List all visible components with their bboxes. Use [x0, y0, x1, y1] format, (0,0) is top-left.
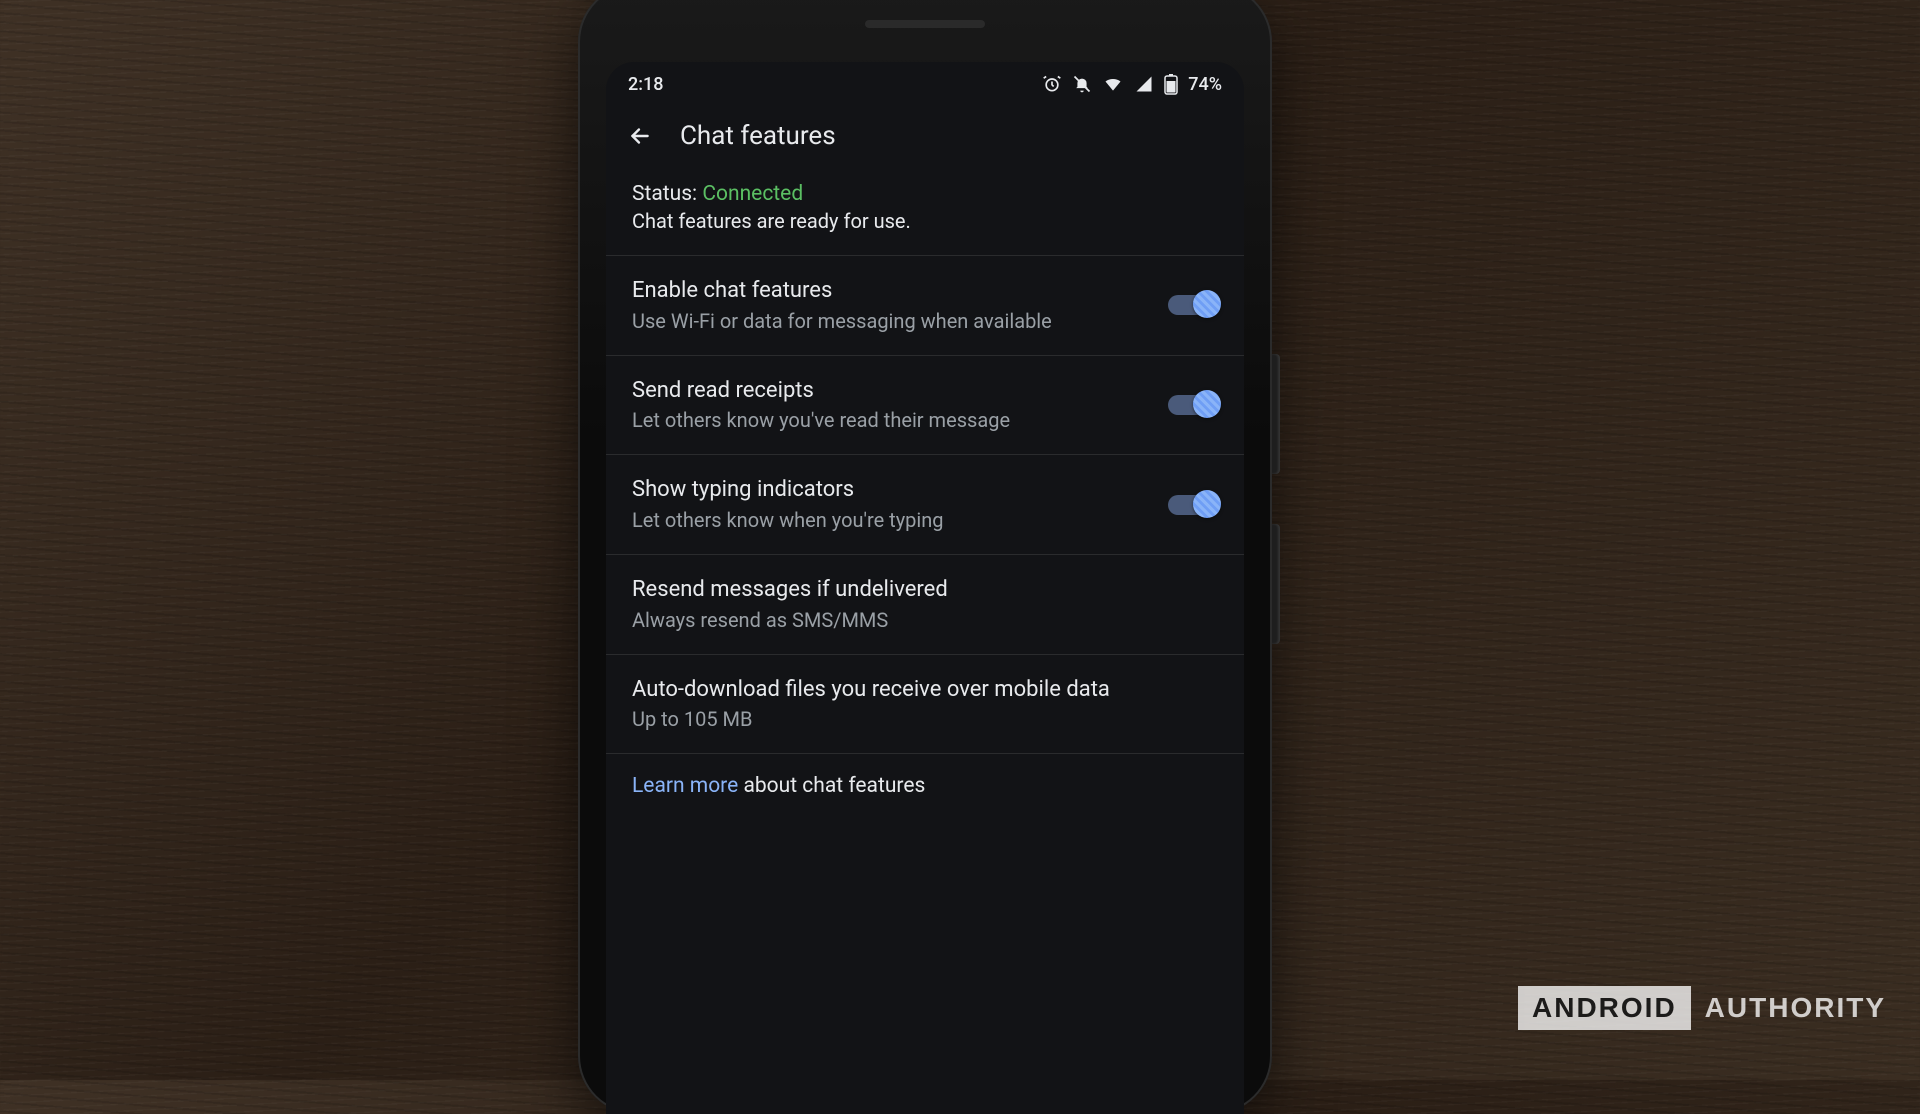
status-line: Status: Connected: [632, 182, 1218, 206]
watermark: ANDROID AUTHORITY: [1518, 986, 1886, 1030]
earpiece-speaker: [865, 20, 985, 28]
battery-percentage: 74%: [1188, 74, 1222, 95]
back-button[interactable]: [624, 120, 656, 152]
volume-up-button[interactable]: [1272, 354, 1280, 474]
setting-subtitle: Let others know you've read their messag…: [632, 407, 1150, 434]
setting-send-read-receipts[interactable]: Send read receipts Let others know you'v…: [606, 355, 1244, 455]
learn-more-row[interactable]: Learn more about chat features: [606, 753, 1244, 818]
wifi-icon: [1102, 74, 1124, 94]
cell-signal-icon: [1134, 74, 1154, 94]
setting-subtitle: Let others know when you're typing: [632, 507, 1150, 534]
toggle-send-read-receipts[interactable]: [1168, 395, 1218, 415]
setting-title: Enable chat features: [632, 276, 1150, 306]
phone-screen: 2:18 7: [606, 62, 1244, 1114]
scene-root: 2:18 7: [0, 0, 1920, 1080]
toggle-show-typing-indicators[interactable]: [1168, 495, 1218, 515]
alarm-icon: [1042, 74, 1062, 94]
setting-subtitle: Always resend as SMS/MMS: [632, 607, 1218, 634]
setting-show-typing-indicators[interactable]: Show typing indicators Let others know w…: [606, 454, 1244, 554]
status-bar: 2:18 7: [606, 62, 1244, 106]
setting-resend-messages[interactable]: Resend messages if undelivered Always re…: [606, 554, 1244, 654]
battery-icon: [1164, 73, 1178, 95]
setting-title: Resend messages if undelivered: [632, 575, 1218, 605]
status-subtitle: Chat features are ready for use.: [632, 208, 1218, 235]
setting-auto-download[interactable]: Auto-download files you receive over mob…: [606, 654, 1244, 754]
status-value: Connected: [702, 182, 803, 206]
settings-list: Status: Connected Chat features are read…: [606, 174, 1244, 818]
setting-subtitle: Use Wi-Fi or data for messaging when ava…: [632, 308, 1150, 335]
status-icons: 74%: [1042, 73, 1222, 95]
volume-down-button[interactable]: [1272, 524, 1280, 644]
notifications-off-icon: [1072, 74, 1092, 94]
status-time: 2:18: [628, 74, 663, 95]
arrow-left-icon: [627, 123, 653, 149]
toggle-enable-chat-features[interactable]: [1168, 295, 1218, 315]
learn-more-rest: about chat features: [738, 774, 925, 798]
app-bar: Chat features: [606, 106, 1244, 174]
setting-title: Send read receipts: [632, 376, 1150, 406]
watermark-brand: ANDROID: [1518, 986, 1691, 1030]
page-title: Chat features: [680, 121, 836, 151]
setting-subtitle: Up to 105 MB: [632, 706, 1218, 733]
setting-enable-chat-features[interactable]: Enable chat features Use Wi-Fi or data f…: [606, 255, 1244, 355]
status-row: Status: Connected Chat features are read…: [606, 174, 1244, 255]
status-label: Status:: [632, 182, 702, 206]
learn-more-link[interactable]: Learn more: [632, 774, 738, 798]
phone-frame: 2:18 7: [578, 0, 1272, 1114]
watermark-word: AUTHORITY: [1691, 986, 1886, 1030]
setting-title: Show typing indicators: [632, 475, 1150, 505]
setting-title: Auto-download files you receive over mob…: [632, 675, 1218, 705]
